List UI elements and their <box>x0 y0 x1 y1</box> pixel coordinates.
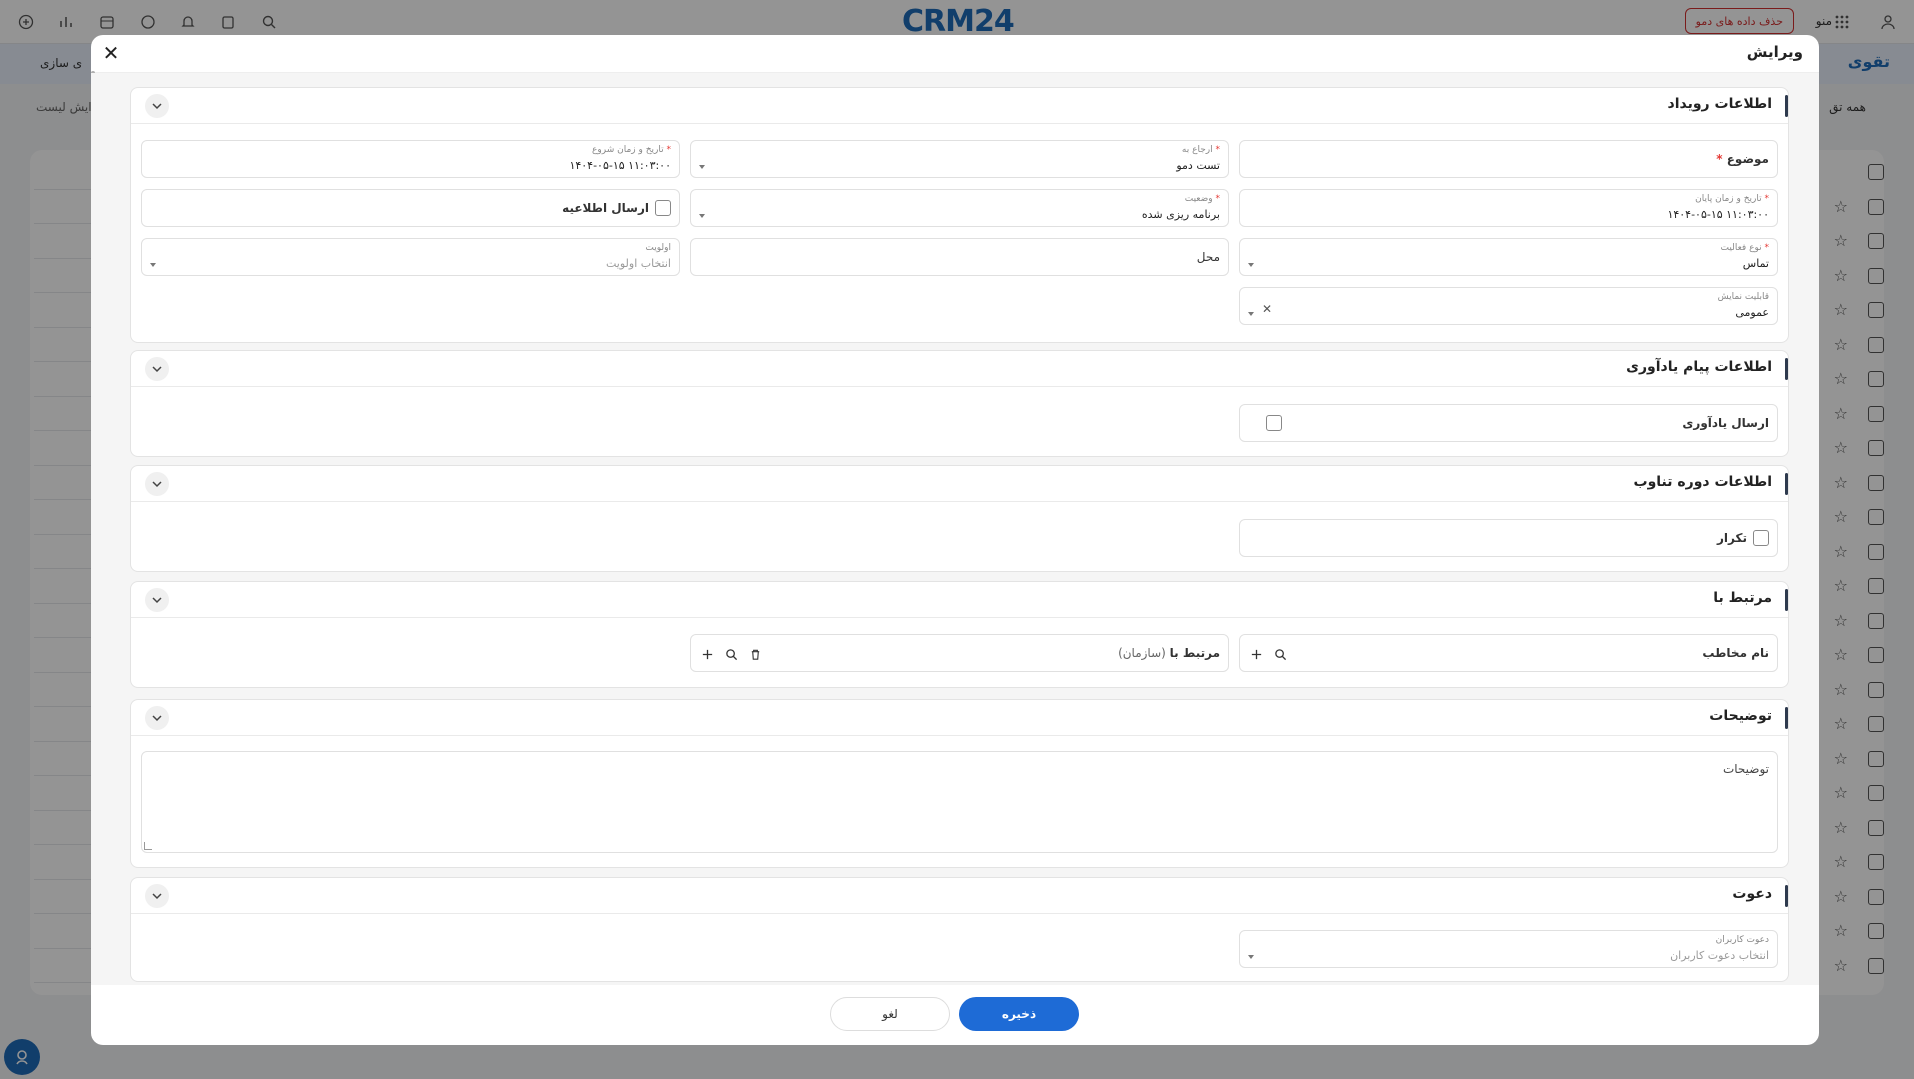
section-header[interactable]: دعوت <box>131 878 1788 914</box>
chevron-down-icon[interactable] <box>145 588 169 612</box>
send-notification-field: ارسال اطلاعیه <box>141 189 680 227</box>
invite-users-field[interactable]: دعوت کاربران انتخاب دعوت کاربران <box>1239 930 1778 968</box>
activity-type-value: تماس <box>1742 257 1769 270</box>
chevron-down-icon[interactable] <box>145 706 169 730</box>
dropdown-caret-icon <box>699 165 705 169</box>
related-to-field[interactable]: مرتبط با (سازمان) <box>690 634 1229 672</box>
section-title: مرتبط با <box>1713 590 1772 606</box>
subject-label: موضوع <box>1726 152 1769 166</box>
description-textarea[interactable]: توضیحات <box>141 751 1778 853</box>
section-accent-bar <box>1785 885 1788 907</box>
recurrence-section: اطلاعات دوره تناوب تکرار <box>130 465 1789 572</box>
section-header[interactable]: اطلاعات رویداد <box>131 88 1788 124</box>
resize-handle-icon[interactable] <box>144 842 152 850</box>
repeat-label: تکرار <box>1717 531 1747 545</box>
chevron-down-icon[interactable] <box>145 472 169 496</box>
related-section: مرتبط با نام مخاطب مرتبط با (سازمان) <box>130 581 1789 688</box>
related-to-label: مرتبط با <box>1169 646 1220 660</box>
repeat-field: تکرار <box>1239 519 1778 557</box>
edit-event-modal: ویرایش ✕ اطلاعات رویداد * موضوع ارجاع به… <box>91 35 1819 1045</box>
section-accent-bar <box>1785 589 1788 611</box>
description-placeholder: توضیحات <box>1722 762 1769 776</box>
section-title: اطلاعات پیام یادآوری <box>1626 359 1772 375</box>
send-notification-label: ارسال اطلاعیه <box>562 201 649 215</box>
end-datetime-label: تاریخ و زمان پایان <box>1695 194 1762 204</box>
start-datetime-label: تاریخ و زمان شروع <box>592 145 664 155</box>
assigned-to-value: تست دمو <box>1176 159 1220 172</box>
status-label: وضعیت <box>1184 194 1213 204</box>
section-accent-bar <box>1785 95 1788 117</box>
dropdown-caret-icon <box>1248 955 1254 959</box>
start-datetime-value: ۱۴۰۴-۰۵-۱۵ ۱۱:۰۳:۰۰ <box>569 159 671 172</box>
chevron-down-icon[interactable] <box>145 94 169 118</box>
visibility-value: عمومی <box>1735 306 1769 319</box>
activity-type-field[interactable]: نوع فعالیت * تماس <box>1239 238 1778 276</box>
save-button[interactable]: ذخیره <box>959 997 1079 1031</box>
activity-type-label: نوع فعالیت <box>1720 243 1762 253</box>
section-header[interactable]: اطلاعات پیام یادآوری <box>131 351 1788 387</box>
section-header[interactable]: اطلاعات دوره تناوب <box>131 466 1788 502</box>
send-notification-checkbox[interactable] <box>655 200 671 216</box>
event-info-section: اطلاعات رویداد * موضوع ارجاع به * تست دم… <box>130 87 1789 343</box>
invite-users-placeholder: انتخاب دعوت کاربران <box>1670 949 1769 962</box>
end-datetime-field[interactable]: تاریخ و زمان پایان * ۱۴۰۴-۰۵-۱۵ ۱۱:۰۳:۰۰ <box>1239 189 1778 227</box>
section-header[interactable]: مرتبط با <box>131 582 1788 618</box>
priority-placeholder: انتخاب اولویت <box>605 257 671 270</box>
contact-name-label: نام مخاطب <box>1702 646 1769 660</box>
send-reminder-field: ارسال یادآوری <box>1239 404 1778 442</box>
section-title: اطلاعات دوره تناوب <box>1633 474 1772 490</box>
clear-icon[interactable]: ✕ <box>1262 303 1272 315</box>
dropdown-caret-icon <box>1248 263 1254 267</box>
section-title: دعوت <box>1732 886 1772 902</box>
invite-users-label: دعوت کاربران <box>1715 935 1769 945</box>
section-accent-bar <box>1785 473 1788 495</box>
trash-icon[interactable] <box>745 644 765 664</box>
dropdown-caret-icon <box>699 214 705 218</box>
visibility-field[interactable]: قابلیت نمایش عمومی ✕ <box>1239 287 1778 325</box>
invite-section: دعوت دعوت کاربران انتخاب دعوت کاربران <box>130 877 1789 982</box>
location-field[interactable]: محل <box>690 238 1229 276</box>
close-icon[interactable]: ✕ <box>99 41 123 65</box>
related-to-hint: (سازمان) <box>1118 646 1166 660</box>
dropdown-caret-icon <box>1248 312 1254 316</box>
modal-header: ویرایش ✕ <box>91 35 1819 73</box>
dropdown-caret-icon <box>150 263 156 267</box>
add-icon[interactable] <box>697 644 717 664</box>
repeat-checkbox[interactable] <box>1753 530 1769 546</box>
search-icon[interactable] <box>721 644 741 664</box>
status-field[interactable]: وضعیت * برنامه ریزی شده <box>690 189 1229 227</box>
end-datetime-value: ۱۴۰۴-۰۵-۱۵ ۱۱:۰۳:۰۰ <box>1667 208 1769 221</box>
location-label: محل <box>1196 250 1220 264</box>
assigned-to-label: ارجاع به <box>1181 145 1213 155</box>
section-accent-bar <box>1785 707 1788 729</box>
assigned-to-field[interactable]: ارجاع به * تست دمو <box>690 140 1229 178</box>
send-reminder-checkbox[interactable] <box>1266 415 1282 431</box>
modal-title: ویرایش <box>1746 43 1803 61</box>
priority-label: اولویت <box>645 243 671 253</box>
section-accent-bar <box>1785 358 1788 380</box>
modal-body: اطلاعات رویداد * موضوع ارجاع به * تست دم… <box>91 73 1819 985</box>
add-icon[interactable] <box>1246 644 1266 664</box>
search-icon[interactable] <box>1270 644 1290 664</box>
section-header[interactable]: توضیحات <box>131 700 1788 736</box>
visibility-label: قابلیت نمایش <box>1717 292 1769 302</box>
priority-field[interactable]: اولویت انتخاب اولویت <box>141 238 680 276</box>
description-section: توضیحات توضیحات <box>130 699 1789 868</box>
contact-name-field[interactable]: نام مخاطب <box>1239 634 1778 672</box>
modal-footer: ذخیره لغو <box>91 985 1819 1045</box>
status-value: برنامه ریزی شده <box>1141 208 1220 221</box>
subject-field[interactable]: * موضوع <box>1239 140 1778 178</box>
section-title: اطلاعات رویداد <box>1667 96 1772 112</box>
chevron-down-icon[interactable] <box>145 884 169 908</box>
start-datetime-field[interactable]: تاریخ و زمان شروع * ۱۴۰۴-۰۵-۱۵ ۱۱:۰۳:۰۰ <box>141 140 680 178</box>
section-title: توضیحات <box>1709 708 1772 724</box>
send-reminder-label: ارسال یادآوری <box>1682 416 1769 430</box>
cancel-button[interactable]: لغو <box>830 997 950 1031</box>
chevron-down-icon[interactable] <box>145 357 169 381</box>
reminder-section: اطلاعات پیام یادآوری ارسال یادآوری <box>130 350 1789 457</box>
